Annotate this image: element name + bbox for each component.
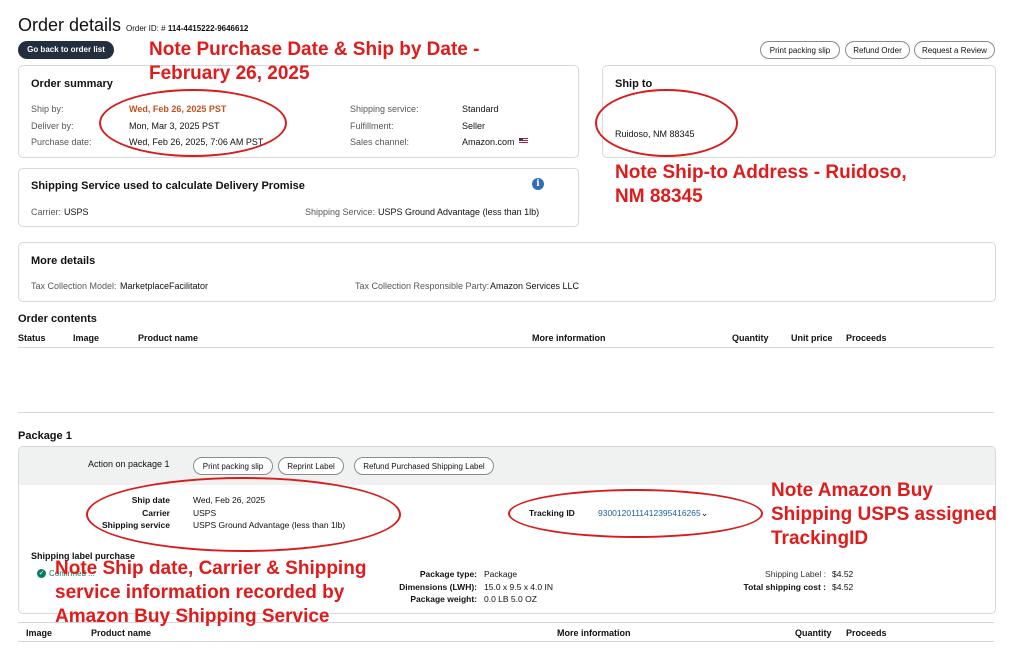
col-product-name: Product name bbox=[138, 333, 199, 343]
pkg-col-quantity: Quantity bbox=[795, 628, 832, 638]
col-image: Image bbox=[73, 333, 100, 343]
deliver-by-value: Mon, Mar 3, 2025 PST bbox=[129, 121, 220, 131]
back-to-order-list-button[interactable]: Go back to order list bbox=[18, 41, 114, 59]
request-review-button[interactable]: Request a Review bbox=[914, 41, 995, 59]
annotation-purchase-note: Note Purchase Date & Ship by Date - Febr… bbox=[149, 38, 479, 86]
total-shipping-cost-value: $4.52 bbox=[832, 582, 854, 592]
shipping-service-value: Standard bbox=[462, 104, 499, 114]
annotation-tracking-note: Note Amazon Buy Shipping USPS assigned T… bbox=[771, 479, 997, 551]
ship-by-value: Wed, Feb 26, 2025 PST bbox=[129, 104, 227, 114]
annotation-shipto-note-line1: Note Ship-to Address - Ruidoso, bbox=[615, 162, 907, 183]
pkg-col-more-information: More information bbox=[557, 628, 631, 638]
ship-date-label: Ship date bbox=[131, 495, 170, 505]
package-action-label: Action on package 1 bbox=[88, 459, 170, 469]
annotation-shipto-note: Note Ship-to Address - Ruidoso, NM 88345 bbox=[615, 161, 907, 209]
order-id-value: 114-4415222-9646612 bbox=[167, 24, 249, 33]
purchase-date-value: Wed, Feb 26, 2025, 7:06 AM PST bbox=[129, 137, 264, 147]
purchase-date-label: Purchase date: bbox=[31, 137, 92, 147]
tax-party-value: Amazon Services LLC bbox=[490, 281, 580, 291]
shipping-label-cost-label: Shipping Label : bbox=[765, 569, 826, 579]
tax-party-label: Tax Collection Responsible Party: bbox=[355, 281, 490, 291]
ship-to-card: Ship to Ruidoso, NM 88345 bbox=[602, 65, 996, 158]
carrier-value: USPS bbox=[64, 207, 89, 217]
annotation-shipdate-note-line2: service information recorded by bbox=[55, 582, 345, 603]
pkg-col-product-name: Product name bbox=[91, 628, 152, 638]
annotation-shipdate-note-line1: Note Ship date, Carrier & Shipping bbox=[55, 558, 367, 579]
deliver-by-label: Deliver by: bbox=[31, 121, 74, 131]
weight-value: 0.0 LB 5.0 OZ bbox=[484, 594, 537, 604]
tax-model-label: Tax Collection Model: bbox=[31, 281, 117, 291]
service-label: Shipping Service: bbox=[305, 207, 376, 217]
order-contents-bottom-divider bbox=[18, 412, 994, 413]
tax-model-value: MarketplaceFacilitator bbox=[120, 281, 209, 291]
sales-channel-label: Sales channel: bbox=[350, 137, 410, 147]
annotation-tracking-note-line2: Shipping USPS assigned bbox=[771, 504, 997, 525]
shipping-service-card-title: Shipping Service used to calculate Deliv… bbox=[31, 180, 305, 192]
annotation-shipto-note-line2: NM 88345 bbox=[615, 186, 703, 207]
annotation-purchase-note-line1: Note Purchase Date & Ship by Date - bbox=[149, 39, 480, 60]
tracking-id-link[interactable]: 9300120111412395416265⌄ bbox=[598, 508, 708, 519]
order-summary-title: Order summary bbox=[31, 78, 113, 90]
tracking-id-value[interactable]: 9300120111412395416265 bbox=[598, 508, 701, 518]
col-proceeds: Proceeds bbox=[846, 333, 887, 343]
reprint-label-button[interactable]: Reprint Label bbox=[278, 457, 344, 475]
fulfillment-value: Seller bbox=[462, 121, 486, 131]
ship-by-label: Ship by: bbox=[31, 104, 64, 114]
package-contents-header-divider bbox=[18, 641, 994, 642]
ship-date-value: Wed, Feb 26, 2025 bbox=[193, 495, 266, 505]
check-circle-icon: ✓ bbox=[37, 569, 46, 578]
refund-order-button[interactable]: Refund Order bbox=[845, 41, 910, 59]
package-print-packing-slip-button[interactable]: Print packing slip bbox=[193, 457, 273, 475]
col-quantity: Quantity bbox=[732, 333, 769, 343]
shipping-service-card: Shipping Service used to calculate Deliv… bbox=[18, 168, 579, 227]
annotation-shipdate-note-line3: Amazon Buy Shipping Service bbox=[55, 606, 330, 627]
total-shipping-cost-label: Total shipping cost : bbox=[743, 582, 826, 592]
order-id-label: Order ID: # bbox=[126, 24, 166, 33]
package-title: Package 1 bbox=[18, 430, 72, 442]
shipping-service-label: Shipping service: bbox=[350, 104, 419, 114]
sales-channel-text: Amazon.com bbox=[462, 137, 515, 147]
order-contents-title: Order contents bbox=[18, 313, 97, 325]
package-type-value: Package bbox=[484, 569, 518, 579]
col-status: Status bbox=[18, 333, 46, 343]
annotation-tracking-note-line1: Note Amazon Buy bbox=[771, 480, 933, 501]
service-value: USPS Ground Advantage (less than 1lb) bbox=[378, 207, 540, 217]
pkg-col-proceeds: Proceeds bbox=[846, 628, 887, 638]
col-more-information: More information bbox=[532, 333, 606, 343]
order-contents-header-divider bbox=[18, 347, 994, 348]
ship-to-address: Ruidoso, NM 88345 bbox=[615, 129, 695, 139]
shipping-label-cost-value: $4.52 bbox=[832, 569, 854, 579]
dimensions-value: 15.0 x 9.5 x 4.0 IN bbox=[484, 582, 553, 592]
pkg-service-value: USPS Ground Advantage (less than 1lb) bbox=[193, 520, 346, 530]
pkg-col-image: Image bbox=[26, 628, 53, 638]
print-packing-slip-button[interactable]: Print packing slip bbox=[760, 41, 840, 59]
more-details-card: More details Tax Collection Model: Marke… bbox=[18, 242, 996, 302]
info-icon[interactable]: i bbox=[532, 178, 544, 190]
tracking-label: Tracking ID bbox=[529, 508, 575, 518]
pkg-carrier-label: Carrier bbox=[142, 508, 170, 518]
annotation-purchase-note-line2: February 26, 2025 bbox=[149, 63, 310, 84]
carrier-label: Carrier: bbox=[31, 207, 62, 217]
col-unit-price: Unit price bbox=[791, 333, 833, 343]
annotation-shipdate-note: Note Ship date, Carrier & Shipping servi… bbox=[55, 557, 366, 629]
us-flag-icon bbox=[519, 138, 529, 144]
more-details-title: More details bbox=[31, 255, 96, 267]
fulfillment-label: Fulfillment: bbox=[350, 121, 394, 131]
pkg-service-label: Shipping service bbox=[101, 520, 170, 530]
order-id: Order ID: # 114-4415222-9646612 bbox=[126, 24, 248, 33]
page-title: Order details bbox=[18, 15, 122, 35]
chevron-down-icon[interactable]: ⌄ bbox=[701, 508, 709, 518]
annotation-tracking-note-line3: TrackingID bbox=[771, 528, 869, 549]
sales-channel-value: Amazon.com bbox=[462, 137, 529, 147]
ship-to-title: Ship to bbox=[615, 78, 653, 90]
refund-shipping-label-button[interactable]: Refund Purchased Shipping Label bbox=[354, 457, 494, 475]
pkg-carrier-value: USPS bbox=[193, 508, 217, 518]
